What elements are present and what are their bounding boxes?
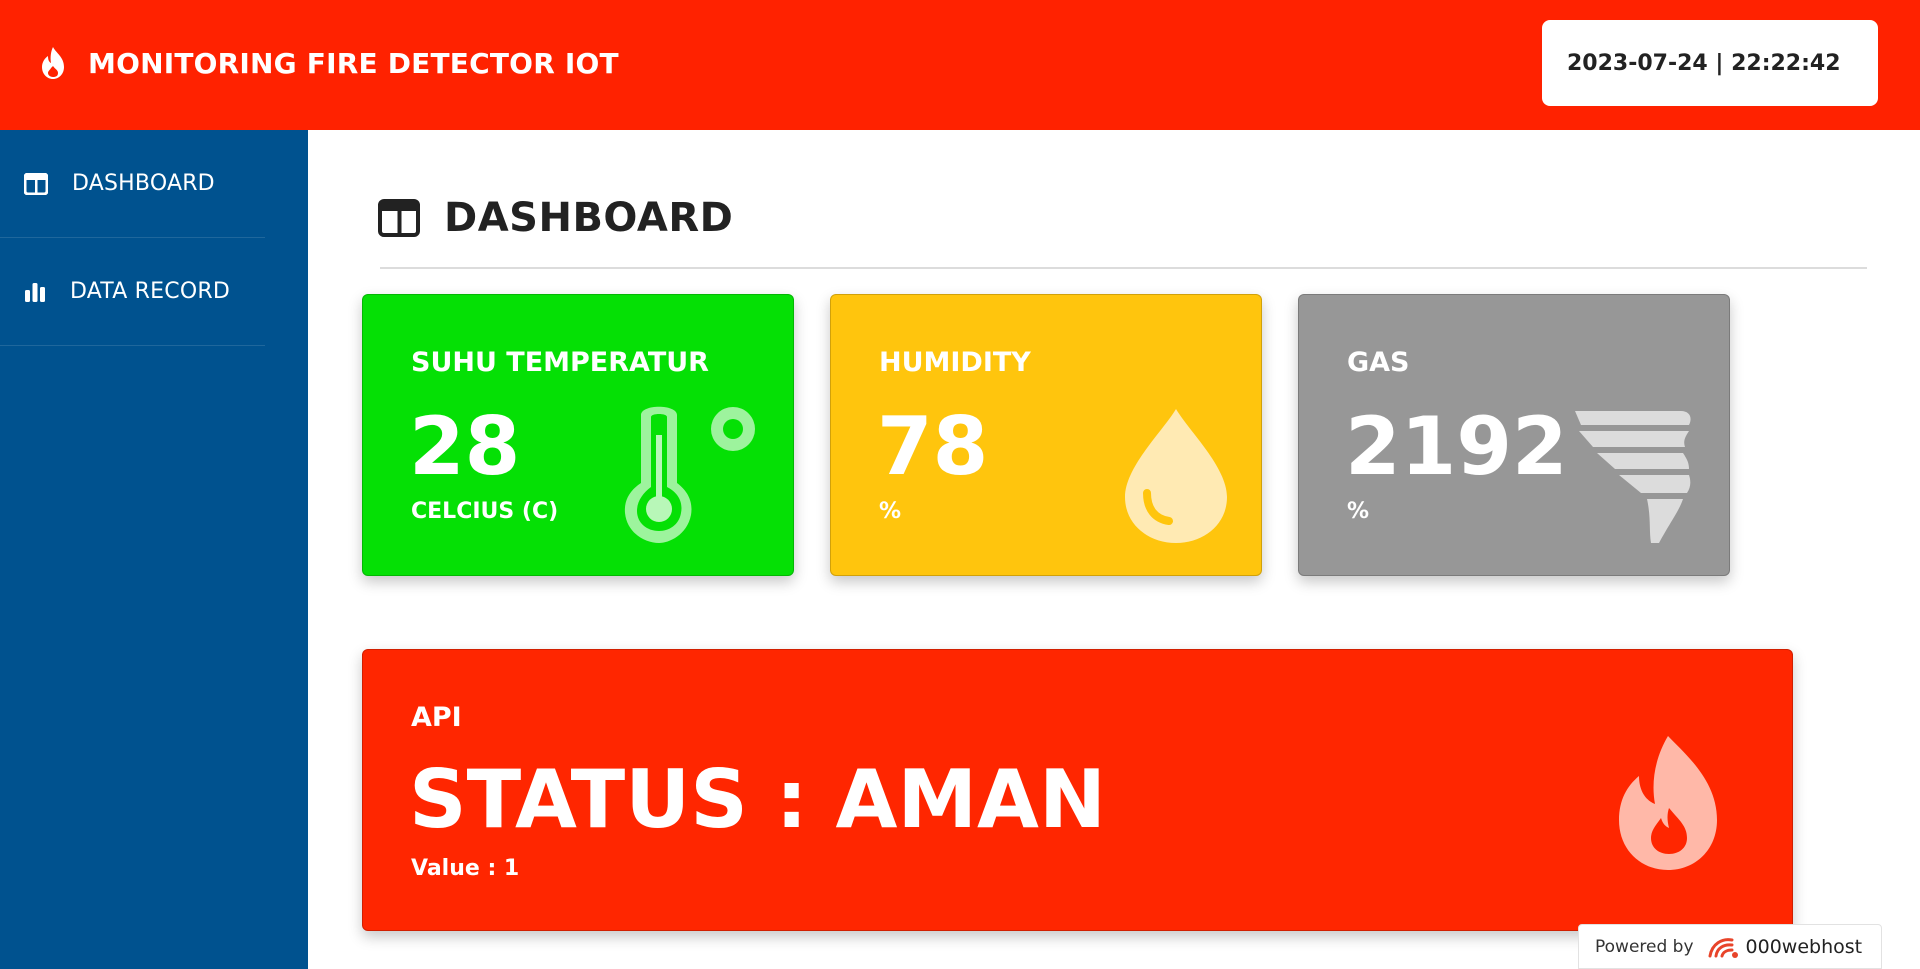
card-title: GAS [1347, 347, 1410, 378]
sidebar-item-data-record[interactable]: DATA RECORD [0, 238, 265, 346]
datetime-display: 2023-07-24 | 22:22:42 [1542, 20, 1878, 106]
card-title: HUMIDITY [879, 347, 1031, 378]
app-title: MONITORING FIRE DETECTOR IOT [88, 46, 619, 80]
dashboard-icon [378, 199, 420, 237]
webhost-logo-icon [1708, 937, 1738, 958]
dashboard-icon [24, 172, 48, 195]
powered-by-brand: 000webhost [1745, 935, 1863, 958]
status-label: API [411, 702, 462, 733]
status-value: Value : 1 [411, 856, 520, 881]
page-heading: DASHBOARD [378, 195, 733, 241]
card-unit: % [879, 499, 902, 524]
sidebar-item-dashboard[interactable]: DASHBOARD [0, 130, 265, 238]
tornado-icon [1575, 411, 1691, 543]
card-value: 28 [409, 400, 521, 493]
top-header: MONITORING FIRE DETECTOR IOT 2023-07-24 … [0, 0, 1920, 130]
gas-card: GAS 2192 % [1298, 294, 1730, 576]
temperature-card: SUHU TEMPERATUR 28 CELCIUS (C) [362, 294, 794, 576]
brand: MONITORING FIRE DETECTOR IOT [40, 46, 619, 80]
status-text: STATUS : AMAN [409, 753, 1106, 846]
fire-icon [42, 47, 64, 79]
card-value: 78 [877, 400, 989, 493]
page-title: DASHBOARD [444, 195, 734, 241]
sidebar-item-label: DATA RECORD [70, 279, 230, 304]
powered-by-text: Powered by [1595, 936, 1694, 957]
card-value: 2192 [1345, 400, 1568, 493]
sidebar-item-label: DASHBOARD [72, 171, 215, 196]
water-drop-icon [1125, 409, 1227, 543]
sidebar: DASHBOARD DATA RECORD [0, 130, 308, 969]
humidity-card: HUMIDITY 78 % [830, 294, 1262, 576]
card-title: SUHU TEMPERATUR [411, 347, 709, 378]
fire-icon [1619, 736, 1717, 870]
fire-status-card: API STATUS : AMAN Value : 1 [362, 649, 1793, 931]
card-unit: % [1347, 499, 1370, 524]
card-unit: CELCIUS (C) [411, 499, 559, 524]
powered-by-badge[interactable]: Powered by 000webhost [1578, 924, 1882, 969]
thermometer-icon [624, 406, 755, 543]
bar-chart-icon [25, 282, 45, 302]
divider [380, 267, 1867, 269]
